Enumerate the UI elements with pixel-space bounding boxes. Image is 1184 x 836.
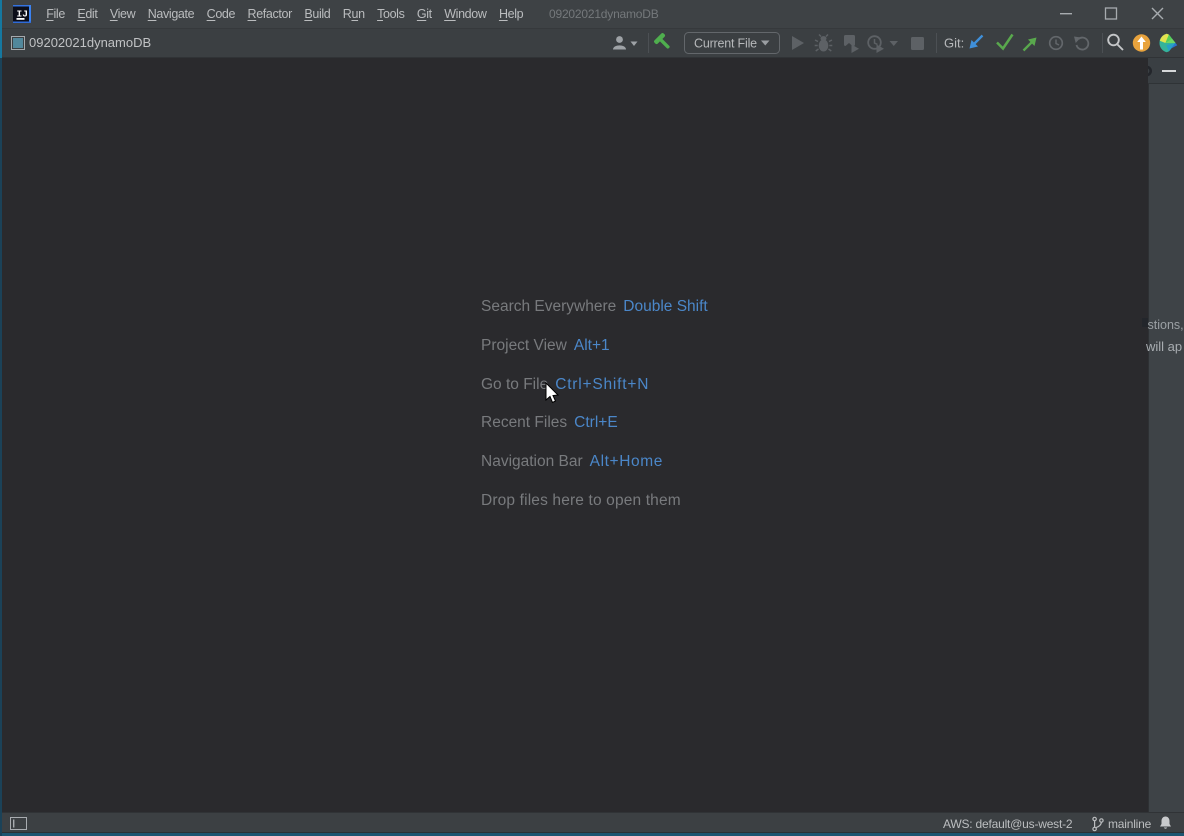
svg-text:Current File: Current File bbox=[694, 37, 757, 51]
svg-text:Git:: Git: bbox=[944, 36, 964, 51]
svg-text:IJ: IJ bbox=[17, 9, 28, 20]
